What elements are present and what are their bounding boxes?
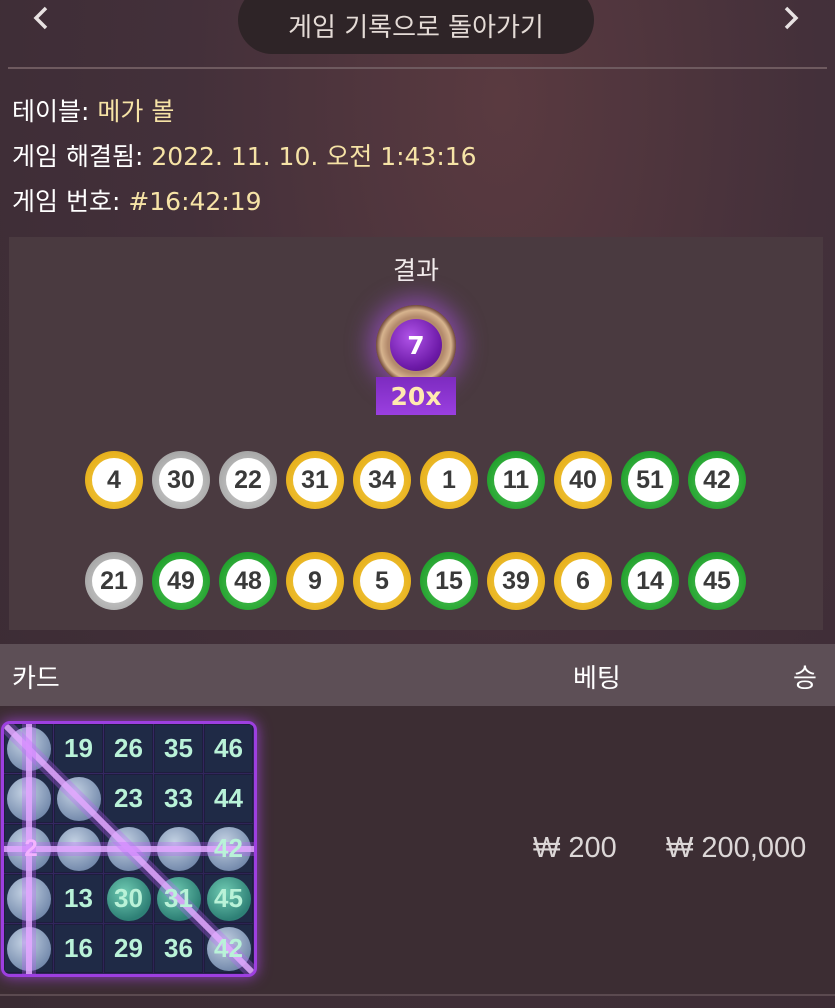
- col-card-header: 카드: [12, 664, 60, 694]
- prev-game-button[interactable]: [16, 0, 66, 36]
- card-cell: 16: [54, 924, 103, 973]
- card-cell: 29: [104, 924, 153, 973]
- drawn-ball: 6: [554, 552, 612, 610]
- table-value: 메가 볼: [97, 97, 175, 126]
- drawn-ball: 9: [286, 552, 344, 610]
- mega-multiplier-badge: 20x: [376, 377, 456, 415]
- card-cell: 45: [204, 874, 253, 923]
- drawn-ball: 48: [219, 552, 277, 610]
- card-cell: [4, 724, 53, 773]
- drawn-ball: 5: [353, 552, 411, 610]
- card-cell: [54, 774, 103, 823]
- card-cell: 33: [154, 774, 203, 823]
- card-cell: [154, 824, 203, 873]
- bet-amount: ₩ 200: [533, 832, 617, 864]
- game-number-label: 게임 번호:: [12, 187, 121, 216]
- drawn-ball: 11: [487, 451, 545, 509]
- card-cell: 42: [204, 824, 253, 873]
- table-label: 테이블:: [12, 97, 90, 126]
- drawn-ball: 14: [621, 552, 679, 610]
- table-info: 테이블: 메가 볼: [12, 92, 174, 128]
- card-cell: 42: [204, 924, 253, 973]
- col-bet-header: 베팅: [573, 664, 621, 694]
- drawn-ball: 4: [85, 451, 143, 509]
- drawn-ball: 40: [554, 451, 612, 509]
- drawn-ball: 34: [353, 451, 411, 509]
- drawn-ball: 15: [420, 552, 478, 610]
- card-cell: 23: [104, 774, 153, 823]
- card-cell: 31: [154, 874, 203, 923]
- col-win-header: 승: [793, 664, 817, 694]
- card-cell: 35: [154, 724, 203, 773]
- resolved-value: 2022. 11. 10. 오전 1:43:16: [151, 142, 477, 171]
- drawn-ball: 30: [152, 451, 210, 509]
- mega-ball: 7: [376, 305, 456, 385]
- table-header: 카드 베팅 승: [0, 644, 835, 706]
- drawn-ball: 51: [621, 451, 679, 509]
- mega-ball-number: 7: [390, 319, 442, 371]
- game-number-value: #16:42:19: [128, 187, 262, 216]
- card-cell: 13: [54, 874, 103, 923]
- resolved-info: 게임 해결됨: 2022. 11. 10. 오전 1:43:16: [12, 137, 477, 173]
- drawn-ball: 31: [286, 451, 344, 509]
- card-cell: [104, 824, 153, 873]
- card-cell: [54, 824, 103, 873]
- header-divider: [8, 67, 827, 69]
- card-cell: [4, 874, 53, 923]
- card-cell: 46: [204, 724, 253, 773]
- drawn-ball: 49: [152, 552, 210, 610]
- drawn-ball: 42: [688, 451, 746, 509]
- game-number-info: 게임 번호: #16:42:19: [12, 182, 262, 218]
- drawn-ball: 1: [420, 451, 478, 509]
- card-multiplier: 2: [24, 835, 38, 862]
- back-to-history-button[interactable]: 게임 기록으로 돌아가기: [238, 0, 594, 54]
- drawn-ball: 45: [688, 552, 746, 610]
- card-cell: [4, 924, 53, 973]
- back-to-history-label: 게임 기록으로 돌아가기: [288, 12, 544, 43]
- win-amount: ₩ 200,000: [666, 832, 807, 864]
- drawn-ball: 39: [487, 552, 545, 610]
- row-divider: [0, 994, 835, 996]
- next-game-button[interactable]: [766, 0, 816, 36]
- card-cell: 44: [204, 774, 253, 823]
- chevron-right-icon: [784, 6, 799, 30]
- card-cell: 30: [104, 874, 153, 923]
- card-cell: [4, 774, 53, 823]
- card-cell: 26: [104, 724, 153, 773]
- drawn-ball: 22: [219, 451, 277, 509]
- chevron-left-icon: [33, 6, 48, 30]
- result-title: 결과: [392, 256, 439, 285]
- drawn-ball: 21: [85, 552, 143, 610]
- card-cell: 19: [54, 724, 103, 773]
- bingo-card: 42 36 29 16 45 31 30 13 42 44 33 23 46 35 26 19 2: [4, 724, 254, 974]
- card-cell: 36: [154, 924, 203, 973]
- resolved-label: 게임 해결됨:: [12, 142, 144, 171]
